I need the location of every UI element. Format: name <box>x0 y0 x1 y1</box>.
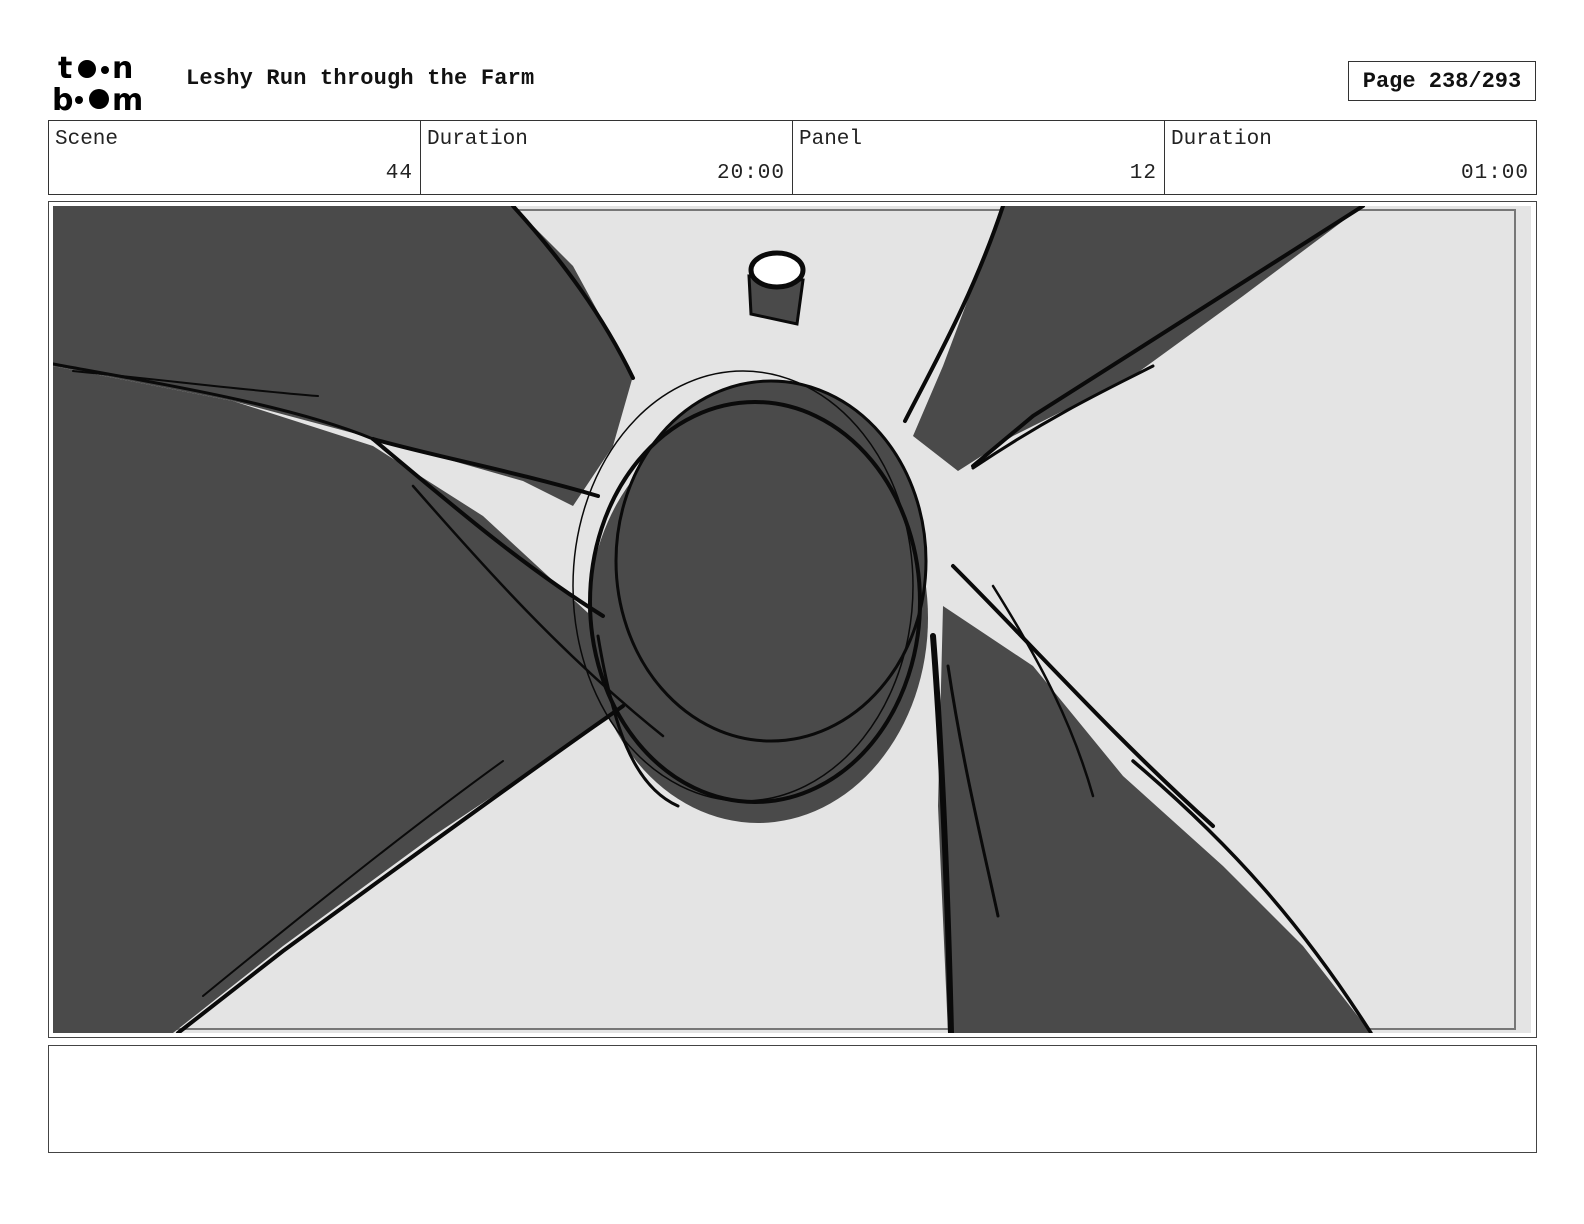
panel-drawing <box>53 206 1531 1033</box>
panel-notes-box <box>48 1045 1537 1153</box>
panel-label: Panel <box>799 128 863 151</box>
svg-text:t: t <box>58 51 72 86</box>
scene-label: Scene <box>55 128 119 151</box>
scene-duration-label: Duration <box>427 128 528 151</box>
svg-text:b: b <box>52 83 73 114</box>
project-title: Leshy Run through the Farm <box>186 66 535 91</box>
storyboard-panel <box>48 201 1537 1038</box>
panel-info-row: Scene 44 Duration 20:00 Panel 12 Duratio… <box>48 120 1537 195</box>
svg-text:n: n <box>112 51 133 86</box>
scene-cell: Scene 44 <box>49 121 421 194</box>
panel-duration-value: 01:00 <box>1460 162 1529 185</box>
toon-boom-logo: t n b m <box>50 50 166 118</box>
svg-text:m: m <box>112 83 143 114</box>
panel-cell: Panel 12 <box>793 121 1165 194</box>
panel-duration-label: Duration <box>1171 128 1272 151</box>
scene-value: 44 <box>385 162 413 185</box>
page-number: Page 238/293 <box>1348 61 1536 101</box>
panel-duration-cell: Duration 01:00 <box>1165 121 1536 194</box>
scene-duration-value: 20:00 <box>716 162 785 185</box>
panel-value: 12 <box>1129 162 1157 185</box>
scene-duration-cell: Duration 20:00 <box>421 121 793 194</box>
